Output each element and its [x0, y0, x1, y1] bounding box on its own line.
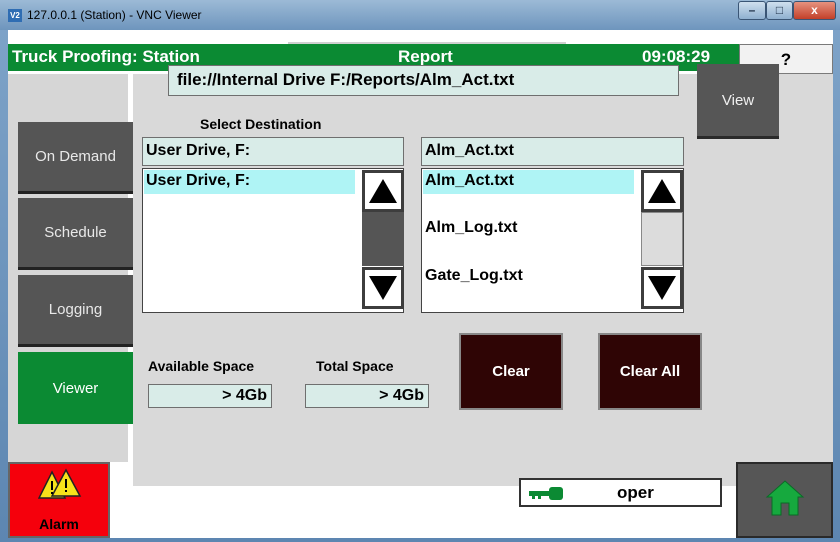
- key-icon: [529, 487, 563, 506]
- total-space-value: > 4Gb: [305, 384, 429, 408]
- close-button[interactable]: x: [793, 1, 836, 20]
- scroll-down-button[interactable]: [362, 267, 404, 309]
- nav-panel: On Demand Schedule Logging Viewer: [8, 74, 133, 462]
- alarm-button[interactable]: Alarm: [8, 462, 110, 538]
- maximize-button[interactable]: □: [766, 1, 793, 20]
- file-path-field: file://Internal Drive F:/Reports/Alm_Act…: [168, 65, 679, 96]
- scroll-track[interactable]: [362, 212, 404, 266]
- destination-list[interactable]: User Drive, F:: [142, 168, 404, 313]
- username: oper: [617, 483, 654, 502]
- clear-button[interactable]: Clear: [459, 333, 563, 410]
- nav-logging-button[interactable]: Logging: [18, 275, 133, 347]
- window-title-bar[interactable]: V2 127.0.0.1 (Station) - VNC Viewer – □ …: [0, 0, 840, 30]
- page-title: Truck Proofing: Station: [12, 47, 200, 66]
- vnc-window: V2 127.0.0.1 (Station) - VNC Viewer – □ …: [0, 0, 840, 542]
- clear-all-button[interactable]: Clear All: [598, 333, 702, 410]
- select-destination-label: Select Destination: [200, 116, 322, 132]
- down-arrow-icon: [644, 270, 680, 306]
- user-indicator: oper: [519, 478, 722, 507]
- scroll-thumb[interactable]: [641, 212, 683, 266]
- file-list[interactable]: Alm_Act.txt Alm_Log.txt Gate_Log.txt: [421, 168, 684, 313]
- list-item[interactable]: Alm_Act.txt: [423, 170, 634, 194]
- file-selected-field: Alm_Act.txt: [421, 137, 684, 166]
- up-arrow-icon: [365, 173, 401, 209]
- total-space-label: Total Space: [316, 358, 394, 374]
- available-space-label: Available Space: [148, 358, 255, 374]
- nav-on-demand-button[interactable]: On Demand: [18, 122, 133, 194]
- section-title: Report: [398, 47, 453, 66]
- alarm-warning-icon: [37, 468, 82, 507]
- destination-selected-field: User Drive, F:: [142, 137, 404, 166]
- scroll-up-button[interactable]: [641, 170, 683, 212]
- scroll-down-button[interactable]: [641, 267, 683, 309]
- vnc-logo-icon: V2: [8, 9, 22, 22]
- list-item[interactable]: User Drive, F:: [144, 170, 355, 194]
- scroll-up-button[interactable]: [362, 170, 404, 212]
- maximize-icon: □: [775, 3, 784, 17]
- minimize-button[interactable]: –: [738, 1, 766, 20]
- list-item[interactable]: Alm_Log.txt: [423, 217, 634, 241]
- close-icon: x: [811, 3, 818, 17]
- down-arrow-icon: [365, 270, 401, 306]
- home-icon: [765, 479, 805, 522]
- up-arrow-icon: [644, 173, 680, 209]
- list-item[interactable]: Gate_Log.txt: [423, 265, 634, 289]
- minimize-icon: –: [748, 3, 756, 17]
- nav-schedule-button[interactable]: Schedule: [18, 198, 133, 270]
- alarm-label: Alarm: [39, 516, 79, 532]
- nav-viewer-button[interactable]: Viewer: [18, 352, 133, 424]
- available-space-value: > 4Gb: [148, 384, 272, 408]
- view-button[interactable]: View: [697, 64, 779, 139]
- home-button[interactable]: [736, 462, 833, 538]
- window-title: 127.0.0.1 (Station) - VNC Viewer: [27, 8, 202, 22]
